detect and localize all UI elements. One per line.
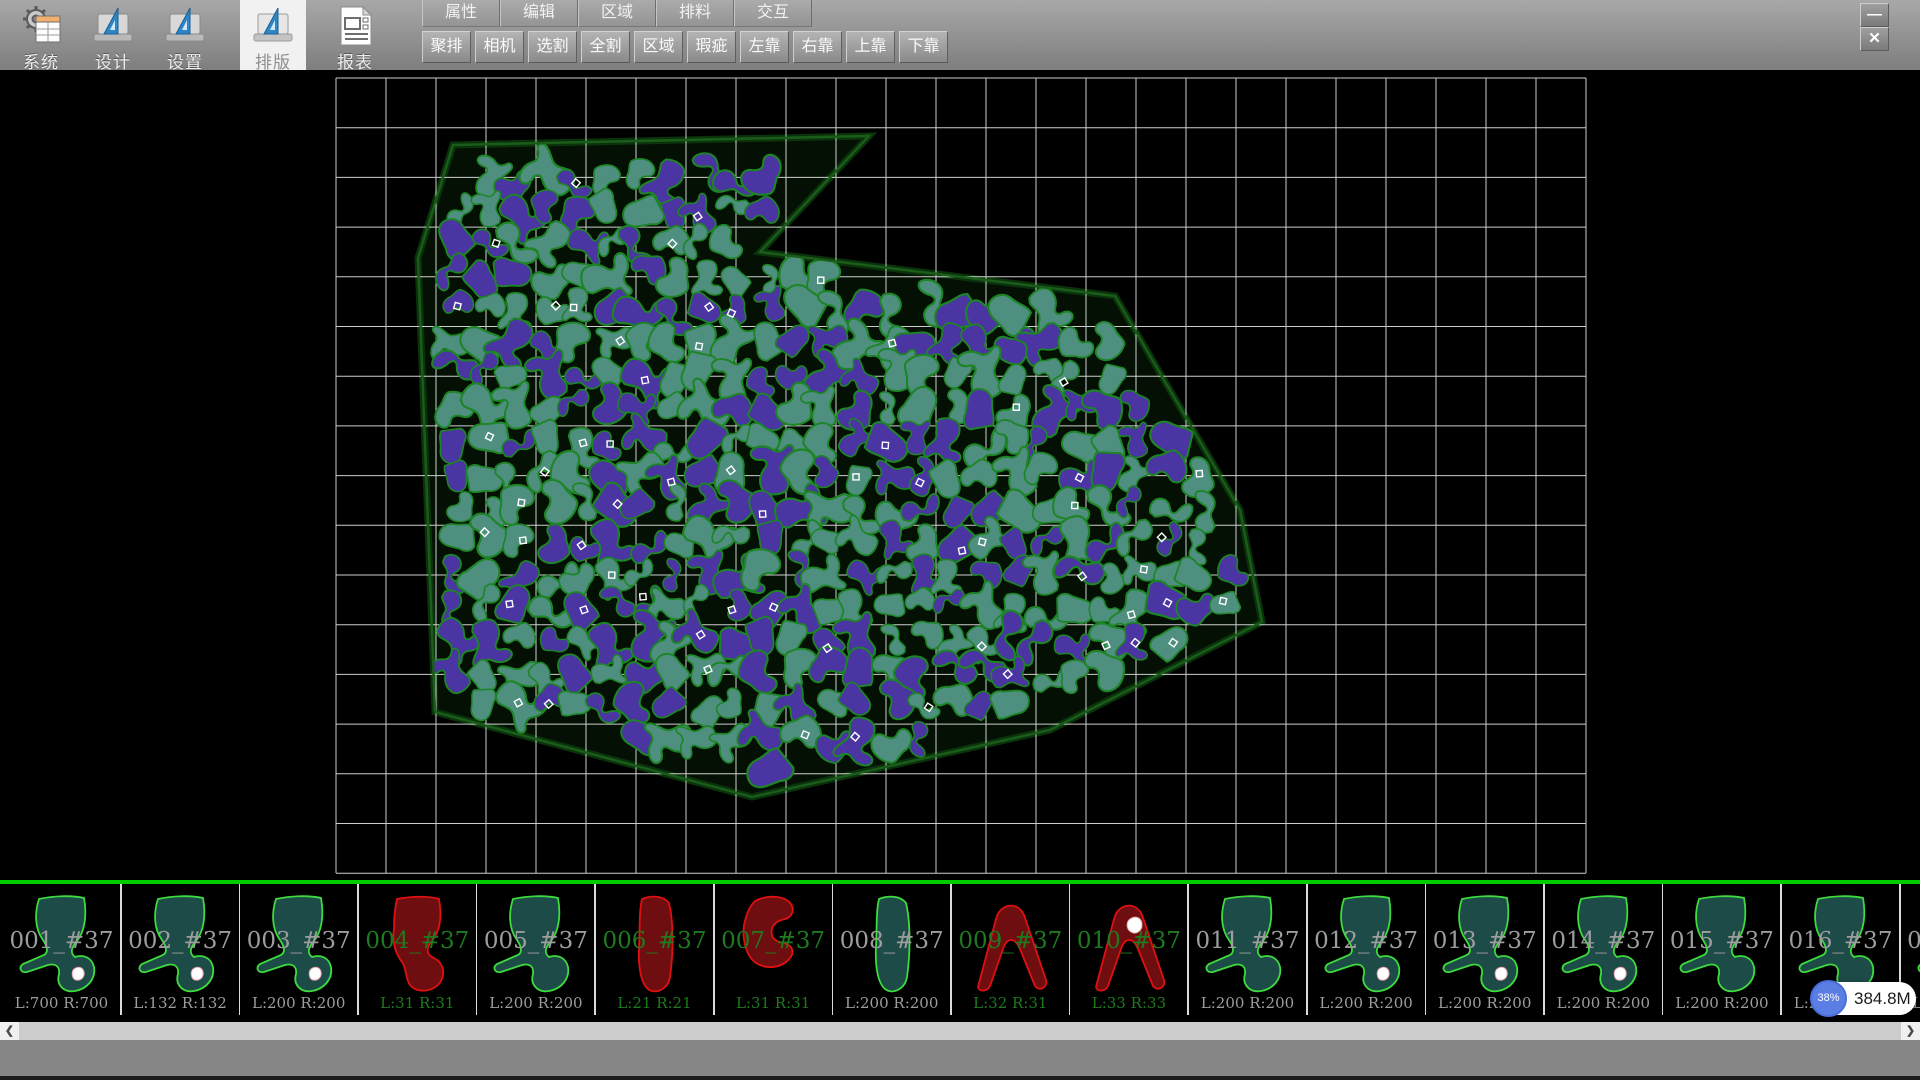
piece-thumbnail-012_#37[interactable]: 012_#37 L:200 R:200 xyxy=(1308,884,1427,1015)
menu-tab-2[interactable]: 编辑 xyxy=(500,0,578,27)
piece-thumbnail-004_#37[interactable]: 004_#37 L:31 R:31 xyxy=(359,884,478,1015)
piece-name: 005_#37 xyxy=(477,928,594,954)
bottom-edge xyxy=(0,1076,1920,1080)
minimize-button[interactable]: — xyxy=(1860,3,1889,27)
layout-icon xyxy=(251,4,295,48)
piece-name: 004_#37 xyxy=(359,928,476,954)
menu-tab-1[interactable]: 属性 xyxy=(422,0,500,27)
menu-tab-5[interactable]: 交互 xyxy=(734,0,812,27)
piece-thumbnail-015_#37[interactable]: 015_#37 L:200 R:200 xyxy=(1663,884,1782,1015)
tool-button-6[interactable]: 瑕疵 xyxy=(687,31,736,63)
close-button[interactable]: ✕ xyxy=(1860,27,1889,51)
piece-name: 011_#37 xyxy=(1189,928,1306,954)
menu-tab-row: 属性编辑区域排料交互 xyxy=(422,0,812,27)
memory-used-value: 384.8M xyxy=(1854,982,1911,1015)
piece-name: 003_#37 xyxy=(240,928,357,954)
piece-lr-count: L:200 R:200 xyxy=(240,994,357,1012)
piece-name: 014_#37 xyxy=(1545,928,1662,954)
piece-lr-count: L:21 R:21 xyxy=(596,994,713,1012)
design-icon xyxy=(91,4,135,48)
toolbar-item-layout[interactable]: 排版 xyxy=(240,0,306,70)
piece-name: 013_#37 xyxy=(1426,928,1543,954)
piece-lr-count: L:32 R:31 xyxy=(952,994,1069,1012)
status-bar xyxy=(0,1040,1920,1076)
piece-thumbnail-002_#37[interactable]: 002_#37 L:132 R:132 xyxy=(122,884,241,1015)
piece-name: 015_#37 xyxy=(1663,928,1780,954)
piece-thumbnail-list: 001_#37L:700 R:700002_#37L:132 R:132003_… xyxy=(0,884,1920,1015)
piece-thumbnail-008_#37[interactable]: 008_#37 L:200 R:200 xyxy=(833,884,952,1015)
nesting-canvas[interactable] xyxy=(0,70,1920,880)
piece-lr-count: L:700 R:700 xyxy=(3,994,120,1012)
piece-name: 006_#37 xyxy=(596,928,713,954)
piece-lr-count: L:31 R:31 xyxy=(715,994,832,1012)
report-icon xyxy=(333,4,377,48)
tool-button-10[interactable]: 下靠 xyxy=(899,31,948,63)
system-icon xyxy=(19,4,63,48)
app-window: 系统 设计 设置 xyxy=(0,0,1920,1080)
tool-button-7[interactable]: 左靠 xyxy=(740,31,789,63)
piece-name: 001_#37 xyxy=(3,928,120,954)
main-toolbar: 系统 设计 设置 xyxy=(0,0,1920,71)
toolbar-item-settings[interactable]: 设置 xyxy=(152,0,218,70)
piece-lr-count: L:200 R:200 xyxy=(1426,994,1543,1012)
settings-icon xyxy=(163,4,207,48)
piece-thumbnail-011_#37[interactable]: 011_#37 L:200 R:200 xyxy=(1189,884,1308,1015)
menu-tab-3[interactable]: 区域 xyxy=(578,0,656,27)
tool-button-8[interactable]: 右靠 xyxy=(793,31,842,63)
memory-percent-badge: 38% xyxy=(1810,980,1847,1017)
piece-lr-count: L:33 R:33 xyxy=(1070,994,1187,1012)
piece-thumbnail-009_#37[interactable]: 009_#37 L:32 R:31 xyxy=(952,884,1071,1015)
scroll-right-icon[interactable]: ❯ xyxy=(1901,1022,1920,1040)
piece-name: 012_#37 xyxy=(1308,928,1425,954)
piece-name: 016_#37 xyxy=(1782,928,1899,954)
piece-thumbnail-003_#37[interactable]: 003_#37 L:200 R:200 xyxy=(240,884,359,1015)
tool-button-9[interactable]: 上靠 xyxy=(846,31,895,63)
piece-thumbnail-013_#37[interactable]: 013_#37 L:200 R:200 xyxy=(1426,884,1545,1015)
memory-usage-pill: 38% 384.8M xyxy=(1812,982,1916,1015)
scroll-left-icon[interactable]: ❮ xyxy=(0,1022,19,1040)
piece-lr-count: L:200 R:200 xyxy=(1545,994,1662,1012)
piece-lr-count: L:200 R:200 xyxy=(833,994,950,1012)
horizontal-scrollbar[interactable]: ❮ ❯ xyxy=(0,1022,1920,1040)
piece-name: 008_#37 xyxy=(833,928,950,954)
tool-button-4[interactable]: 全割 xyxy=(581,31,630,63)
tool-button-2[interactable]: 相机 xyxy=(475,31,524,63)
menu-tab-4[interactable]: 排料 xyxy=(656,0,734,27)
toolbar-item-report[interactable]: 报表 xyxy=(322,0,388,70)
piece-lr-count: L:31 R:31 xyxy=(359,994,476,1012)
tool-button-3[interactable]: 选割 xyxy=(528,31,577,63)
pieces-strip: 001_#37L:700 R:700002_#37L:132 R:132003_… xyxy=(0,880,1920,1022)
piece-lr-count: L:200 R:200 xyxy=(1308,994,1425,1012)
piece-thumbnail-006_#37[interactable]: 006_#37 L:21 R:21 xyxy=(596,884,715,1015)
tool-button-5[interactable]: 区域 xyxy=(634,31,683,63)
toolbar-item-design[interactable]: 设计 xyxy=(80,0,146,70)
piece-name: 009_#37 xyxy=(952,928,1069,954)
piece-lr-count: L:200 R:200 xyxy=(1663,994,1780,1012)
piece-lr-count: L:132 R:132 xyxy=(122,994,239,1012)
tool-button-row: 聚排相机选割全割区域瑕疵左靠右靠上靠下靠 xyxy=(422,31,952,62)
piece-thumbnail-001_#37[interactable]: 001_#37 L:700 R:700 xyxy=(3,884,122,1015)
piece-name: 017_#37 xyxy=(1901,928,1920,954)
piece-lr-count: L:200 R:200 xyxy=(477,994,594,1012)
piece-name: 007_#37 xyxy=(715,928,832,954)
piece-name: 002_#37 xyxy=(122,928,239,954)
piece-thumbnail-007_#37[interactable]: 007_#37 L:31 R:31 xyxy=(715,884,834,1015)
nesting-canvas-svg[interactable] xyxy=(0,70,1920,880)
piece-name: 010_#37 xyxy=(1070,928,1187,954)
tool-button-1[interactable]: 聚排 xyxy=(422,31,471,63)
piece-thumbnail-010_#37[interactable]: 010_#37 L:33 R:33 xyxy=(1070,884,1189,1015)
piece-lr-count: L:200 R:200 xyxy=(1189,994,1306,1012)
piece-thumbnail-014_#37[interactable]: 014_#37 L:200 R:200 xyxy=(1545,884,1664,1015)
piece-thumbnail-005_#37[interactable]: 005_#37 L:200 R:200 xyxy=(477,884,596,1015)
toolbar-item-system[interactable]: 系统 xyxy=(8,0,74,70)
window-controls: — ✕ xyxy=(1856,3,1920,27)
